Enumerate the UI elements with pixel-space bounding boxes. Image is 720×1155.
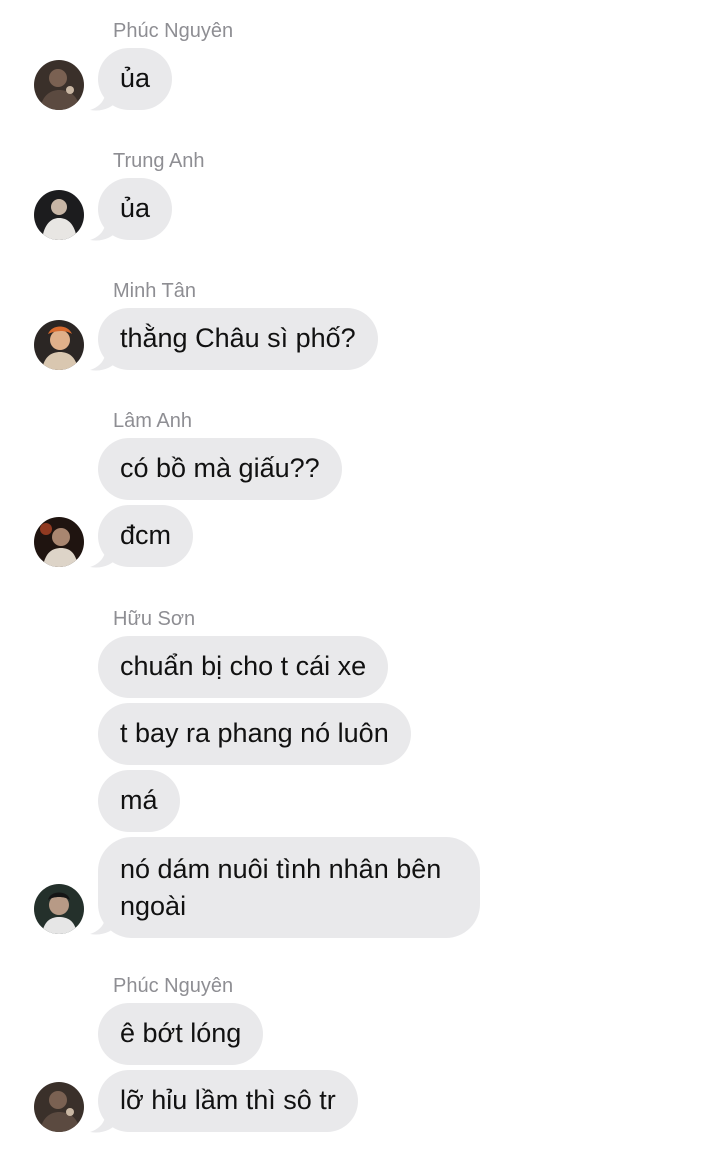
bubble-tail-icon <box>90 545 118 568</box>
sender-name: Phúc Nguyên <box>113 20 234 42</box>
user-avatar-icon[interactable] <box>34 517 84 567</box>
bubble-tail-icon <box>90 912 118 935</box>
bubble-tail-icon <box>90 88 118 111</box>
message-bubble[interactable]: lỡ hỉu lầm thì sô tr <box>98 1070 358 1132</box>
message-bubble[interactable]: ê bớt lóng <box>98 1003 264 1065</box>
sender-name: Phúc Nguyên <box>113 975 234 997</box>
user-avatar-icon[interactable] <box>34 1082 84 1132</box>
sender-name: Trung Anh <box>113 150 205 172</box>
message-bubble[interactable]: má <box>98 770 180 832</box>
user-avatar-icon[interactable] <box>34 190 84 240</box>
user-avatar-icon[interactable] <box>34 60 84 110</box>
bubble-tail-icon <box>90 348 118 371</box>
message-bubble[interactable]: thằng Châu sì phố? <box>98 308 378 370</box>
bubble-tail-icon <box>90 218 118 241</box>
sender-name: Minh Tân <box>113 280 197 302</box>
message-bubble[interactable]: t bay ra phang nó luôn <box>98 703 411 765</box>
message-bubble[interactable]: nó dám nuôi tình nhân bên ngoài <box>98 837 480 938</box>
sender-name: Hữu Sơn <box>113 608 196 630</box>
sender-name: Lâm Anh <box>113 410 192 432</box>
bubble-tail-icon <box>90 1110 118 1133</box>
user-avatar-icon[interactable] <box>34 884 84 934</box>
user-avatar-icon[interactable] <box>34 320 84 370</box>
message-bubble[interactable]: chuẩn bị cho t cái xe <box>98 636 389 698</box>
message-bubble[interactable]: có bồ mà giấu?? <box>98 438 342 500</box>
